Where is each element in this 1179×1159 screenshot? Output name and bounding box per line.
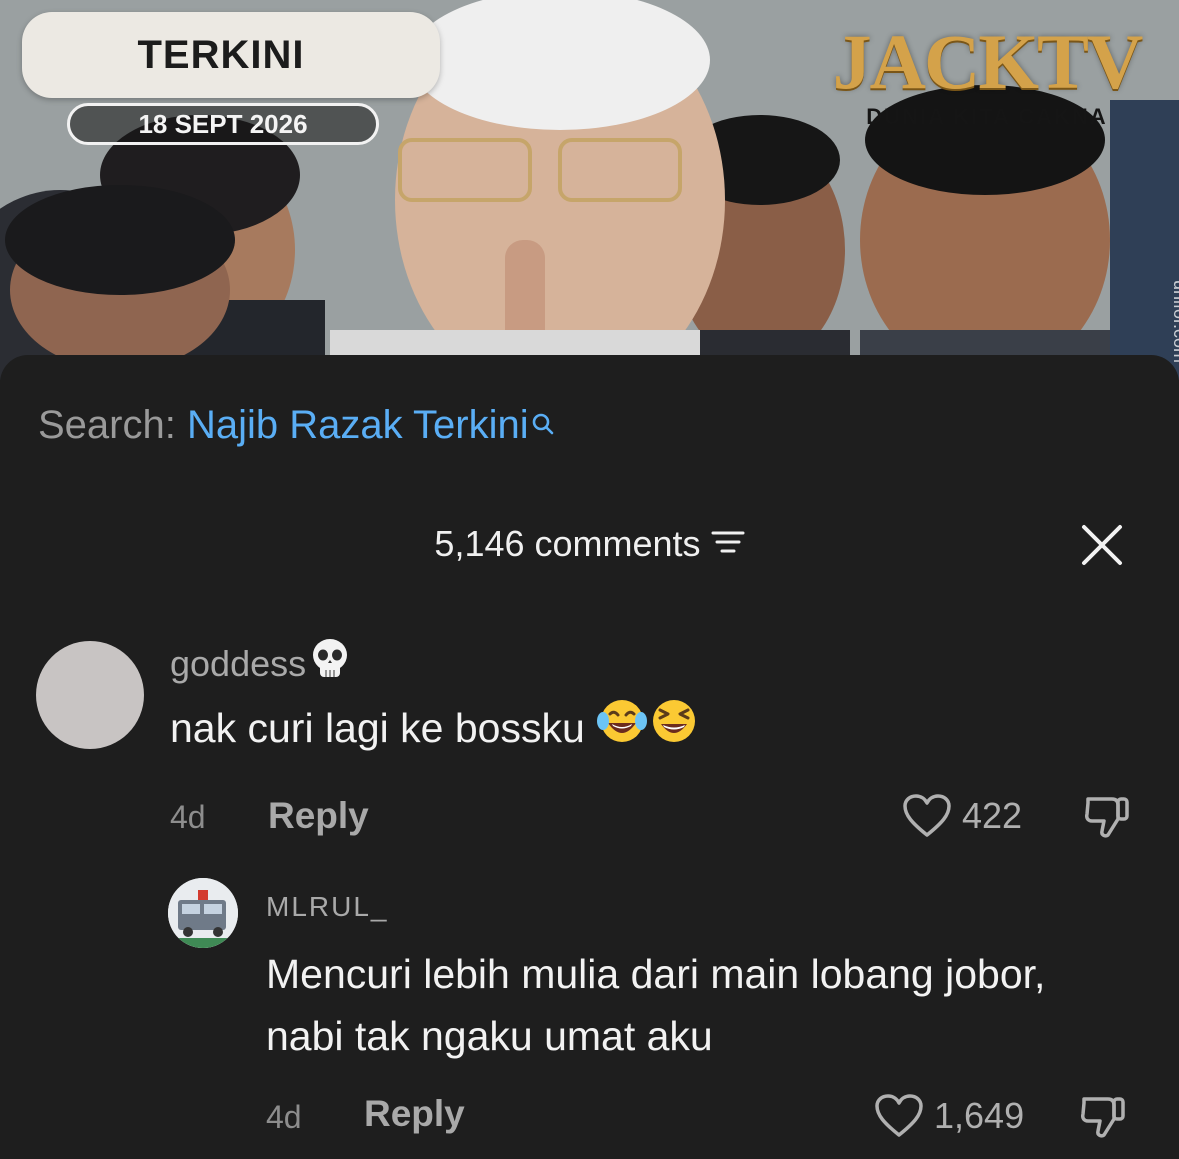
dislike-icon[interactable] [1082,791,1132,841]
brand-logo: JACKTV DUNIA KITA CAKNA [812,22,1162,130]
skull-icon [310,637,350,690]
username-text[interactable]: goddess [170,643,306,684]
reply-time: 4d [266,1099,302,1135]
like-button[interactable]: 422 [902,793,1022,839]
avatar[interactable] [168,878,238,948]
video-frame[interactable]: TERKINI 18 SEPT 2026 JACKTV DUNIA KITA C… [0,0,1179,380]
avatar[interactable] [36,641,144,749]
comments-header: 5,146 comments [0,523,1179,565]
brand-tagline: DUNIA KITA CAKNA [866,104,1108,129]
comment-time: 4d [170,799,206,835]
comment-body: nak curi lagi ke bossku [170,705,585,751]
brand-name: JACKTV [832,18,1144,105]
search-query-link[interactable]: Najib Razak Terkini [187,403,529,447]
dislike-icon[interactable] [1078,1091,1128,1141]
comment-username[interactable]: goddess [170,639,350,690]
search-suggestion[interactable]: Search: Najib Razak Terkini [38,403,555,448]
avatar-image [168,878,238,948]
comments-count: 5,146 comments [434,523,701,564]
heart-icon[interactable] [902,793,952,839]
close-button[interactable] [1080,523,1124,567]
reply-username[interactable]: MLRUL_ [266,891,388,923]
like-button[interactable]: 1,649 [874,1093,1024,1139]
search-icon[interactable] [531,401,555,446]
filter-icon[interactable] [711,522,745,564]
reply-button[interactable]: Reply [364,1093,465,1135]
reply-button[interactable]: Reply [268,795,369,837]
dislike-button[interactable] [1082,791,1132,846]
heart-icon[interactable] [874,1093,924,1139]
comment-text: nak curi lagi ke bossku [170,700,700,757]
comments-sheet: Search: Najib Razak Terkini 5,146 commen… [0,355,1179,1159]
reply-text: Mencuri lebih mulia dari main lobang job… [266,951,1046,1059]
date-badge: 18 SEPT 2026 [67,103,379,145]
close-icon[interactable] [1080,523,1124,567]
like-count: 422 [962,795,1023,836]
news-badge: TERKINI [22,12,440,98]
dislike-button[interactable] [1078,1091,1128,1146]
laughing-tears-icon [596,697,648,757]
grinning-squint-icon [648,697,700,757]
like-count: 1,649 [934,1095,1025,1136]
search-prefix: Search: [38,403,187,447]
